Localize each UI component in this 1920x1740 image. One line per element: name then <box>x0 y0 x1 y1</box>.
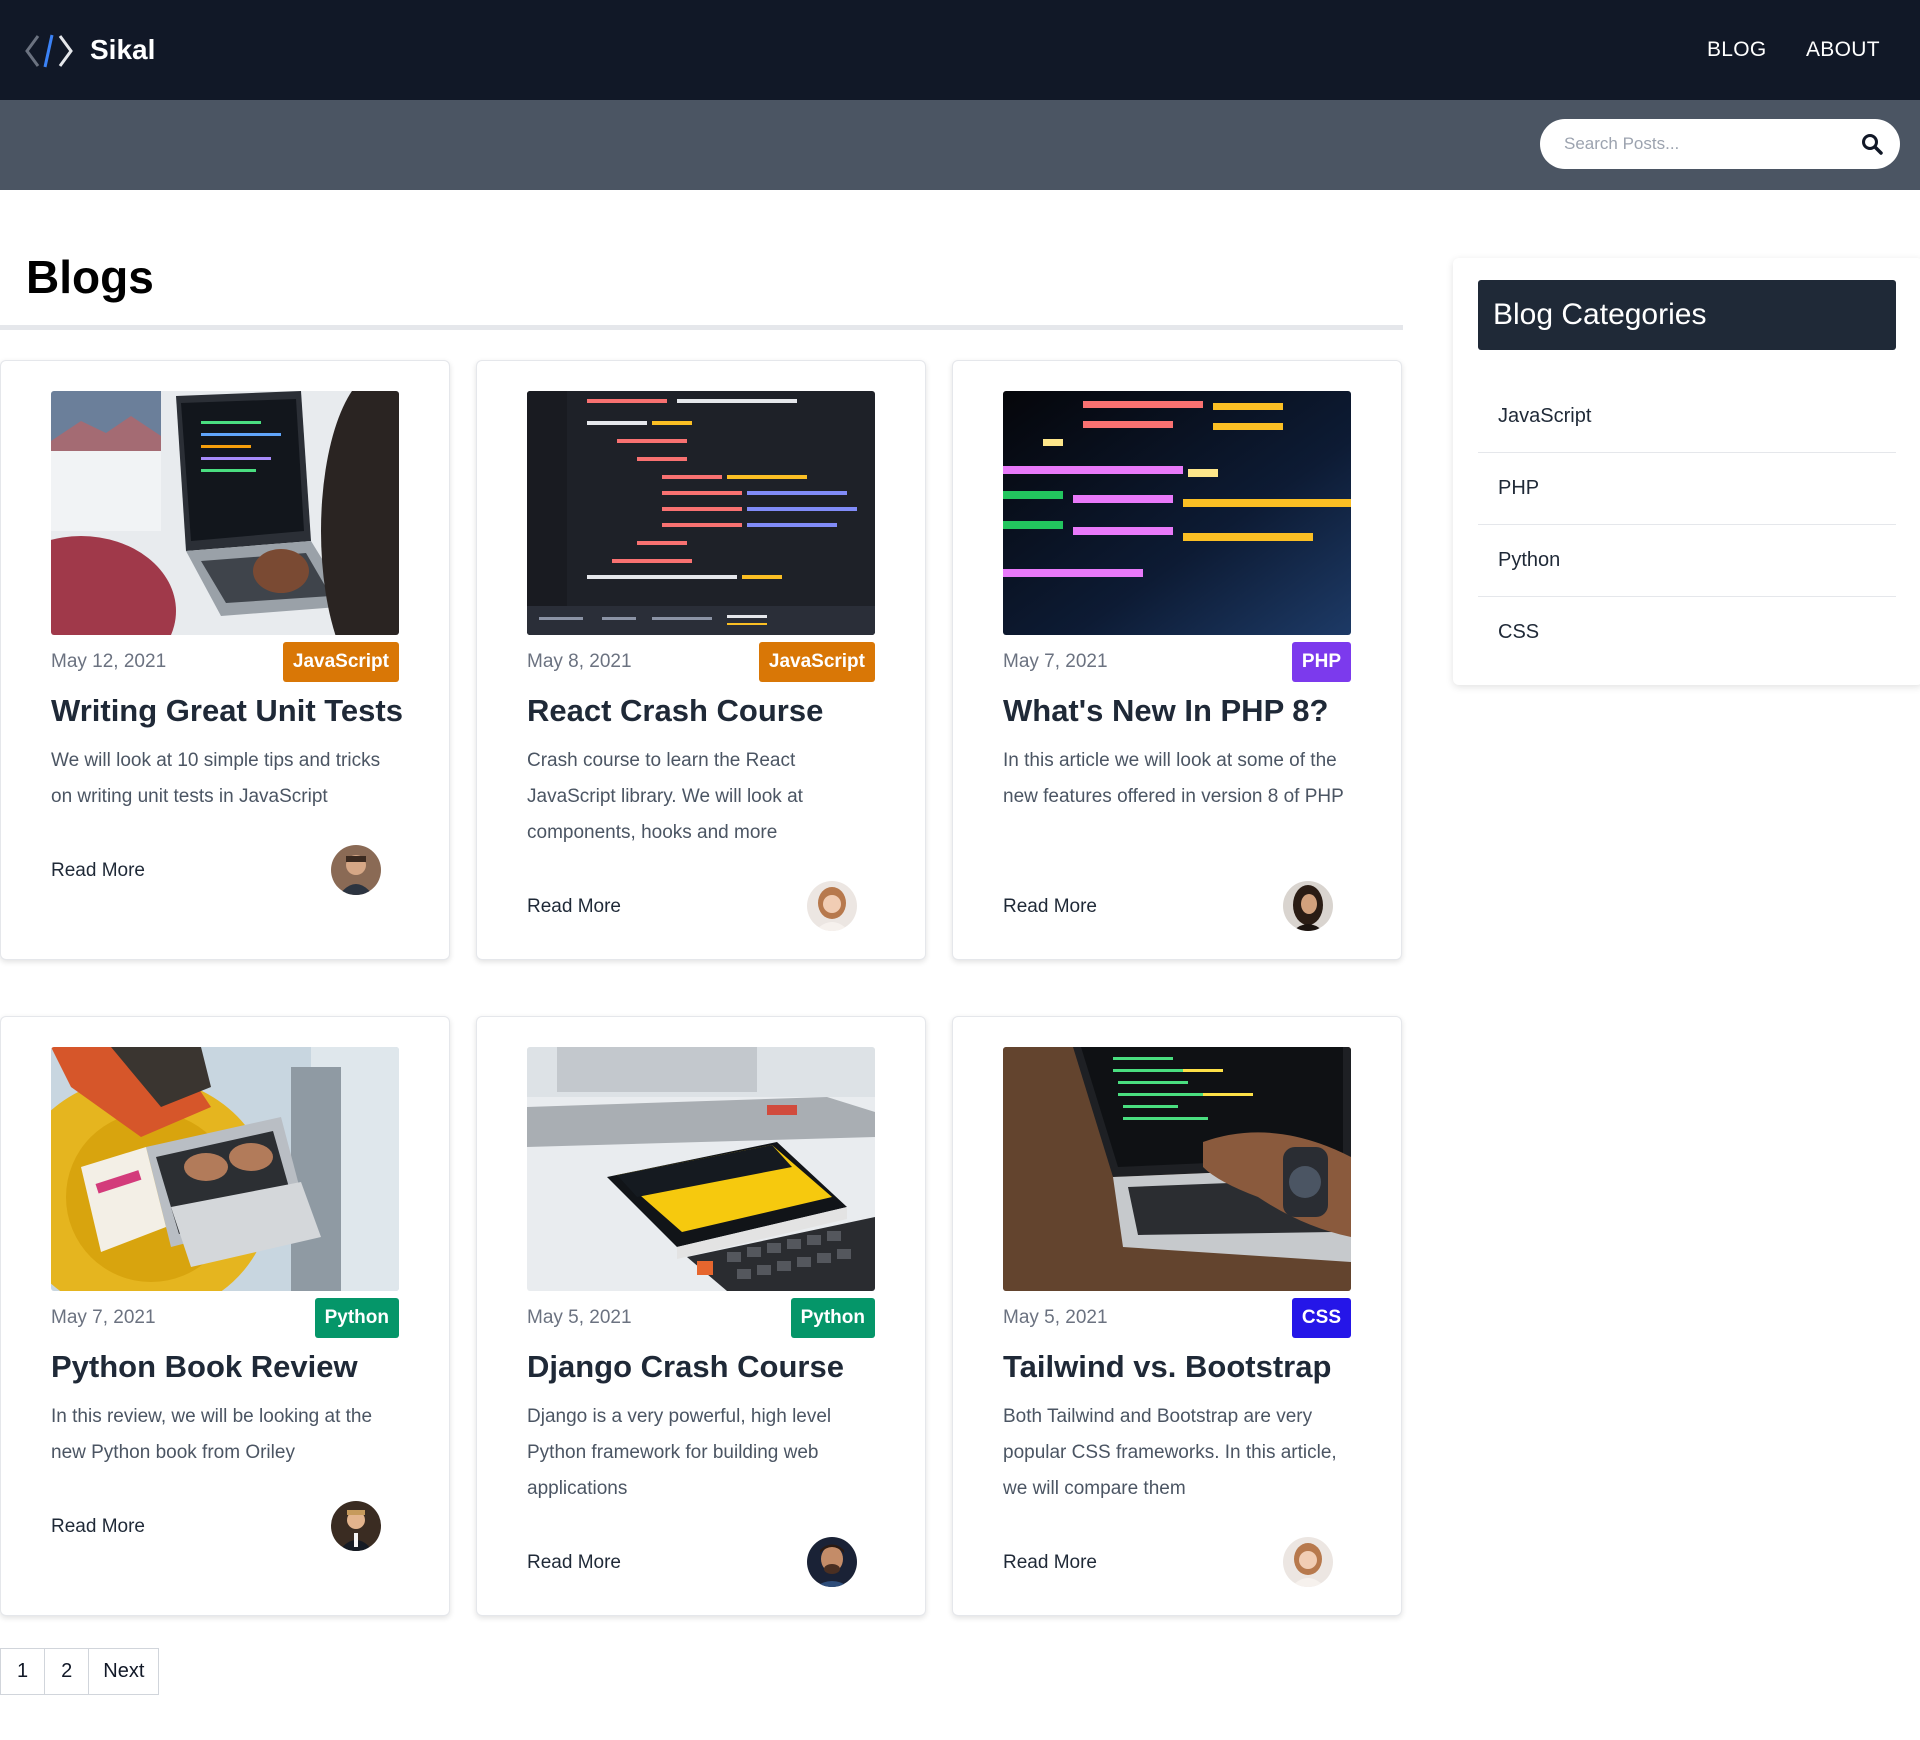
author-avatar <box>331 845 381 895</box>
author-avatar <box>331 1501 381 1551</box>
post-title[interactable]: What's New In PHP 8? <box>1003 693 1328 729</box>
next-page-link[interactable]: Next <box>89 1649 158 1694</box>
django-book-photo[interactable] <box>527 1047 875 1291</box>
post-date: May 5, 2021 <box>1003 1307 1108 1328</box>
author-avatar <box>1283 1537 1333 1587</box>
category-badge[interactable]: JavaScript <box>282 642 399 682</box>
laptop-typing-photo[interactable] <box>1003 1047 1351 1291</box>
react-code-photo[interactable] <box>527 391 875 635</box>
category-item-javascript[interactable]: JavaScript <box>1478 381 1896 453</box>
php-code-photo[interactable] <box>1003 391 1351 635</box>
post-date: May 5, 2021 <box>527 1307 632 1328</box>
nav-about-link[interactable]: ABOUT <box>1806 38 1880 62</box>
post-description: In this review, we will be looking at th… <box>51 1406 373 1463</box>
category-badge[interactable]: PHP <box>1291 642 1351 682</box>
read-more-link[interactable]: Read More <box>527 896 621 918</box>
post-date: May 8, 2021 <box>527 651 632 672</box>
read-more-link[interactable]: Read More <box>51 1516 145 1538</box>
post-description: We will look at 10 simple tips and trick… <box>51 750 381 807</box>
search-icon[interactable] <box>1860 132 1884 156</box>
title-divider <box>0 325 1403 330</box>
post-description: Both Tailwind and Bootstrap are very pop… <box>1003 1406 1337 1499</box>
python-book-laptop-photo[interactable] <box>51 1047 399 1291</box>
top-navbar: Sikal BLOG ABOUT <box>0 0 1920 100</box>
category-badge[interactable]: CSS <box>1291 1298 1351 1338</box>
read-more-link[interactable]: Read More <box>1003 896 1097 918</box>
post-title[interactable]: Tailwind vs. Bootstrap <box>1003 1349 1331 1385</box>
category-item-css[interactable]: CSS <box>1478 597 1896 669</box>
post-title[interactable]: Django Crash Course <box>527 1349 844 1385</box>
laptop-desk-photo[interactable] <box>51 391 399 635</box>
category-label: Python <box>1498 549 1561 571</box>
post-card[interactable]: May 5, 2021 CSS Tailwind vs. Bootstrap B… <box>952 1016 1402 1616</box>
nav-blog-link[interactable]: BLOG <box>1707 38 1767 62</box>
category-label: JavaScript <box>1498 405 1592 427</box>
search-box <box>1540 119 1900 169</box>
category-item-python[interactable]: Python <box>1478 525 1896 597</box>
author-avatar <box>807 1537 857 1587</box>
post-title[interactable]: Python Book Review <box>51 1349 358 1385</box>
post-description: In this article we will look at some of … <box>1003 750 1344 807</box>
post-card[interactable]: May 7, 2021 PHP What's New In PHP 8? In … <box>952 360 1402 960</box>
code-brackets-icon <box>25 34 73 68</box>
author-avatar <box>807 881 857 931</box>
post-title[interactable]: Writing Great Unit Tests <box>51 693 403 729</box>
read-more-link[interactable]: Read More <box>1003 1552 1097 1574</box>
post-date: May 7, 2021 <box>51 1307 156 1328</box>
post-card[interactable]: May 5, 2021 Python Django Crash Course D… <box>476 1016 926 1616</box>
page-title: Blogs <box>26 251 154 303</box>
category-badge[interactable]: Python <box>790 1298 875 1338</box>
page-1-link[interactable]: 1 <box>1 1649 46 1694</box>
post-description: Django is a very powerful, high level Py… <box>527 1406 832 1499</box>
read-more-link[interactable]: Read More <box>527 1552 621 1574</box>
category-badge[interactable]: Python <box>314 1298 399 1338</box>
post-description: Crash course to learn the React JavaScri… <box>527 750 803 843</box>
sidebar-header: Blog Categories <box>1478 280 1896 350</box>
sidebar-title: Blog Categories <box>1493 298 1707 331</box>
author-avatar <box>1283 881 1333 931</box>
category-label: CSS <box>1498 621 1540 643</box>
page-2-link[interactable]: 2 <box>45 1649 90 1694</box>
post-date: May 7, 2021 <box>1003 651 1108 672</box>
post-date: May 12, 2021 <box>51 651 167 672</box>
category-item-php[interactable]: PHP <box>1478 453 1896 525</box>
post-card[interactable]: May 8, 2021 JavaScript React Crash Cours… <box>476 360 926 960</box>
pagination: 1 2 Next <box>0 1648 160 1695</box>
category-label: PHP <box>1498 477 1540 499</box>
brand-name: Sikal <box>90 34 156 65</box>
post-card[interactable]: May 7, 2021 Python Python Book Review In… <box>0 1016 450 1616</box>
read-more-link[interactable]: Read More <box>51 860 145 882</box>
post-card[interactable]: May 12, 2021 JavaScript Writing Great Un… <box>0 360 450 960</box>
categories-sidebar: Blog Categories JavaScript PHP Python CS… <box>1453 258 1920 685</box>
post-title[interactable]: React Crash Course <box>527 693 823 729</box>
search-input[interactable] <box>1564 131 1844 157</box>
category-badge[interactable]: JavaScript <box>758 642 875 682</box>
